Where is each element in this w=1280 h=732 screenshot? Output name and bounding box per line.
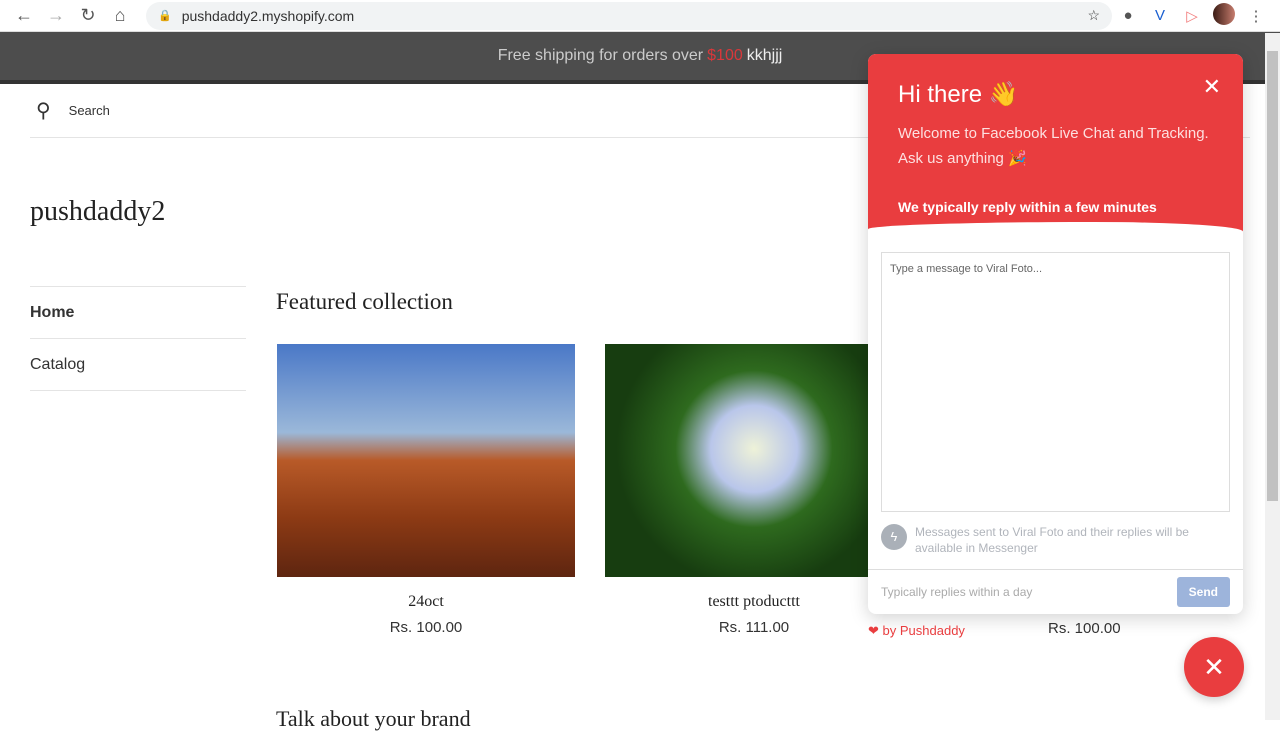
store-logo[interactable]: pushdaddy2 bbox=[30, 196, 165, 228]
forward-icon[interactable]: → bbox=[40, 5, 72, 26]
extension-icon[interactable]: ▷ bbox=[1176, 7, 1208, 25]
wave-icon: 👋 bbox=[988, 81, 1019, 108]
sidebar-menu: Home Catalog bbox=[30, 286, 246, 391]
address-bar[interactable]: 🔒 pushdaddy2.myshopify.com ☆ bbox=[146, 1, 1112, 30]
close-icon: ✕ bbox=[1203, 651, 1225, 682]
messenger-icon: ϟ bbox=[881, 524, 907, 550]
chat-widget: Hi there 👋 Welcome to Facebook Live Chat… bbox=[868, 54, 1243, 614]
chat-footer: Typically replies within a day Send bbox=[868, 569, 1243, 614]
product-name[interactable]: testtt ptoducttt bbox=[605, 593, 903, 611]
banner-tail: kkhjjj bbox=[746, 47, 783, 64]
product-price: Rs. 100.00 bbox=[389, 619, 463, 636]
chat-greeting: Hi there 👋 bbox=[898, 81, 1019, 108]
extension-icon[interactable]: ● bbox=[1112, 7, 1144, 24]
party-icon: 🎉 bbox=[1008, 150, 1027, 167]
product-price: Rs. 111.00 bbox=[718, 619, 790, 636]
section-title: Featured collection bbox=[276, 289, 453, 314]
heart-icon: ❤ bbox=[868, 623, 879, 638]
browser-toolbar: ← → ↻ ⌂ 🔒 pushdaddy2.myshopify.com ☆ ● V… bbox=[0, 0, 1280, 32]
chat-welcome: Welcome to Facebook Live Chat and Tracki… bbox=[898, 125, 1209, 167]
product-image[interactable] bbox=[277, 344, 575, 577]
send-button[interactable]: Send bbox=[1176, 577, 1230, 607]
message-input[interactable]: Type a message to Viral Foto... bbox=[881, 252, 1230, 512]
chat-toggle-button[interactable]: ✕ bbox=[1184, 637, 1244, 697]
close-icon[interactable]: ✕ bbox=[1203, 74, 1221, 100]
banner-amount: $100 bbox=[707, 47, 743, 64]
product-image[interactable] bbox=[605, 344, 903, 577]
product-name[interactable]: 24oct bbox=[277, 593, 575, 611]
search-label[interactable]: Search bbox=[69, 103, 110, 118]
menu-icon[interactable]: ⋮ bbox=[1240, 7, 1272, 25]
back-icon[interactable]: ← bbox=[8, 5, 40, 26]
product-price: Rs. 100.00 bbox=[1048, 620, 1121, 637]
chat-header: Hi there 👋 Welcome to Facebook Live Chat… bbox=[868, 54, 1243, 246]
url-text: pushdaddy2.myshopify.com bbox=[181, 7, 355, 24]
banner-text: Free shipping for orders over bbox=[497, 47, 704, 64]
messenger-note: ϟ Messages sent to Viral Foto and their … bbox=[881, 524, 1211, 556]
star-icon[interactable]: ☆ bbox=[1087, 7, 1100, 24]
powered-by-link[interactable]: ❤ by Pushdaddy bbox=[868, 623, 965, 639]
extension-icon[interactable]: V bbox=[1144, 7, 1176, 24]
scrollbar[interactable] bbox=[1265, 33, 1280, 720]
product-card[interactable]: testtt ptoducttt Rs. 111.00 bbox=[605, 344, 903, 636]
menu-item-home[interactable]: Home bbox=[30, 287, 246, 339]
reload-icon[interactable]: ↻ bbox=[72, 5, 104, 26]
lock-icon: 🔒 bbox=[158, 10, 172, 22]
product-card[interactable]: 24oct Rs. 100.00 bbox=[277, 344, 575, 636]
home-icon[interactable]: ⌂ bbox=[104, 5, 136, 26]
reply-time: We typically reply within a few minutes bbox=[898, 199, 1157, 215]
profile-avatar[interactable] bbox=[1208, 2, 1240, 29]
footer-text: Typically replies within a day bbox=[881, 585, 1033, 599]
search-icon[interactable]: ⚲ bbox=[36, 98, 51, 123]
menu-item-catalog[interactable]: Catalog bbox=[30, 339, 246, 391]
section-title: Talk about your brand bbox=[276, 706, 471, 731]
